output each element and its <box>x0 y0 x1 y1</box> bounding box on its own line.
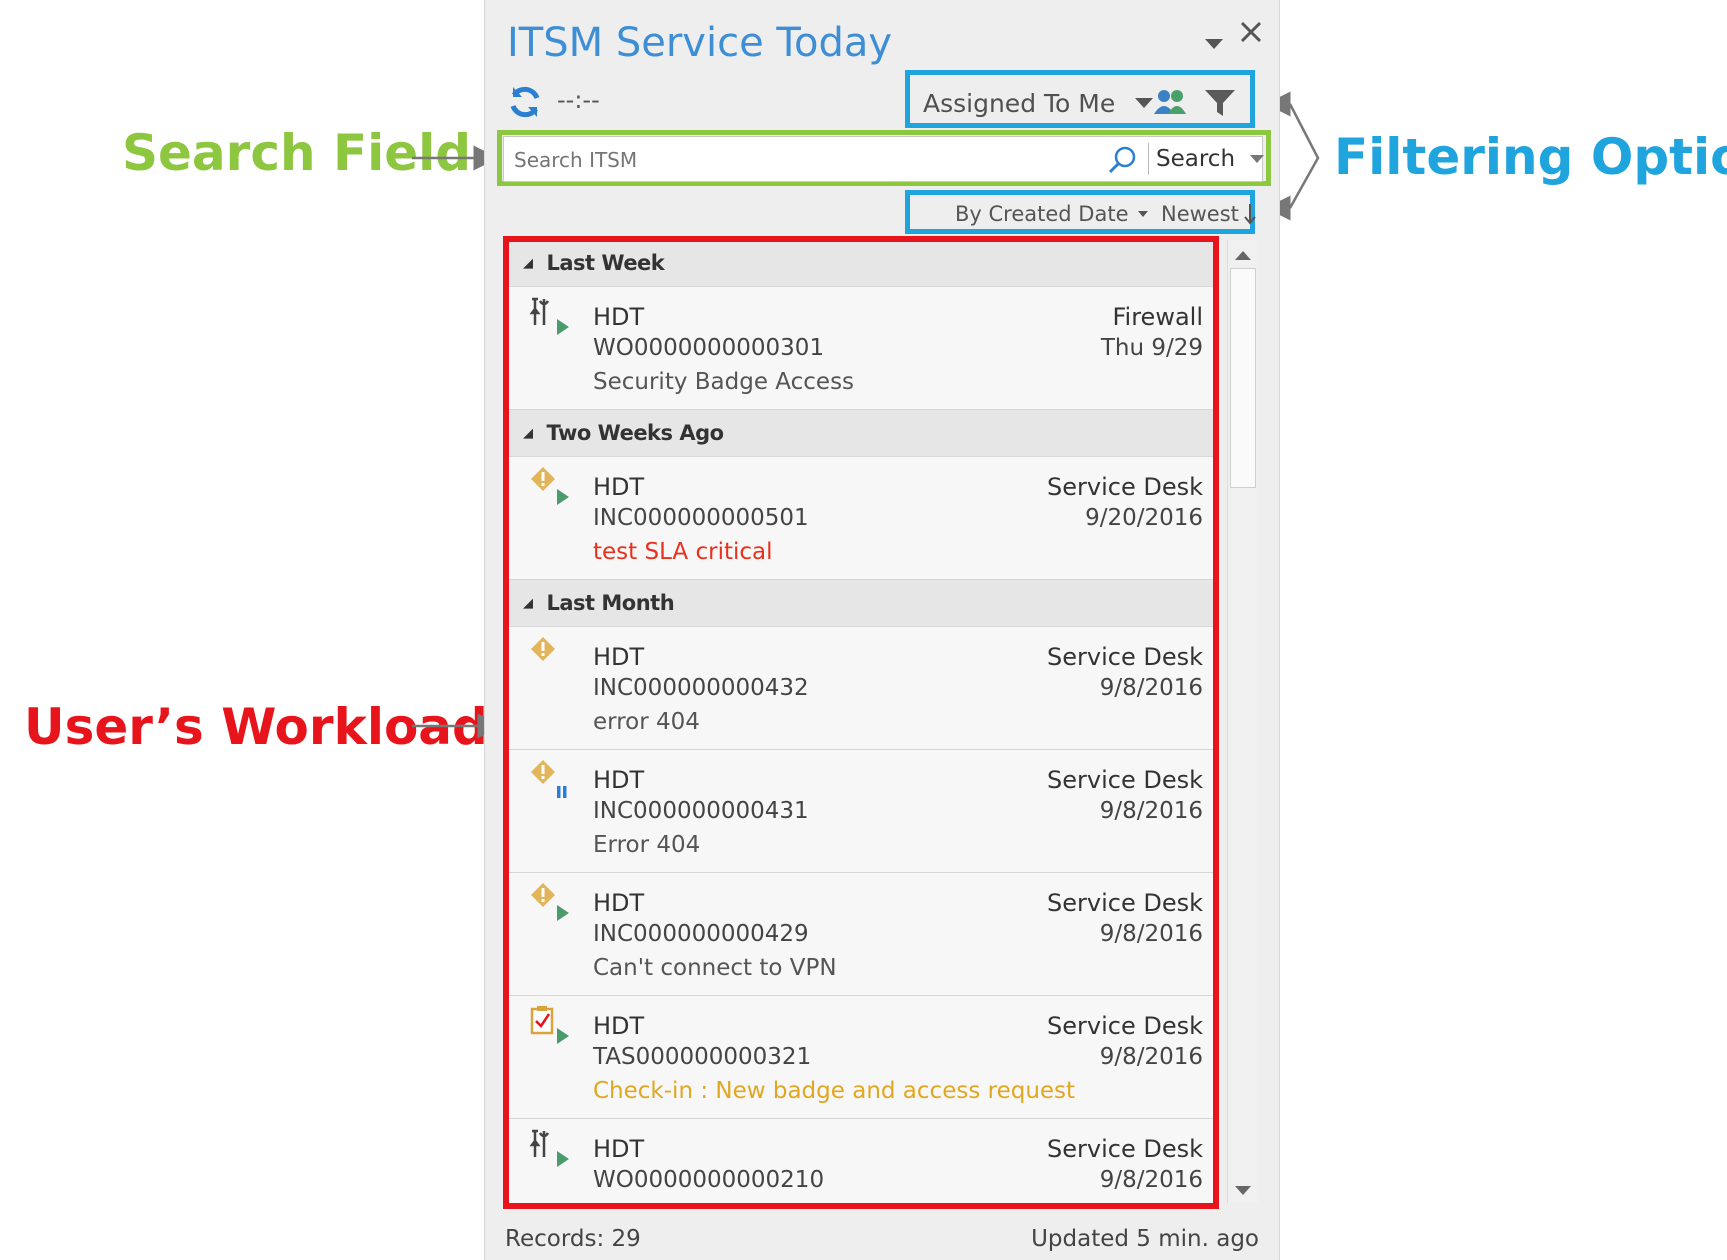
item-date: Thu 9/29 <box>1100 335 1203 361</box>
last-sync-time: --:-- <box>557 86 600 114</box>
list-item[interactable]: HDT WO0000000000210 Service Desk 9/8/2016 <box>509 1119 1213 1203</box>
item-company: HDT <box>593 473 645 501</box>
filtering-bracket <box>1288 103 1320 209</box>
item-summary: Security Badge Access <box>593 369 855 395</box>
item-date: 9/20/2016 <box>1085 505 1203 531</box>
item-support-group: Service Desk <box>1047 1135 1203 1163</box>
item-support-group: Service Desk <box>1047 889 1203 917</box>
item-summary: error 404 <box>593 709 700 735</box>
records-count: Records: 29 <box>505 1226 641 1252</box>
panel-title: ITSM Service Today <box>507 20 893 66</box>
item-support-group: Service Desk <box>1047 643 1203 671</box>
workload-list: ◢ Last Week HDT WO0000000000301 Security Bad… <box>509 240 1213 1203</box>
item-date: 9/8/2016 <box>1099 798 1203 824</box>
collapse-triangle-icon[interactable]: ◢ <box>523 256 533 271</box>
item-summary: test SLA critical <box>593 539 773 565</box>
assigned-filter-label: Assigned To Me <box>923 88 1116 118</box>
item-id: WO0000000000301 <box>593 335 825 361</box>
filter-funnel-icon[interactable] <box>1203 88 1237 122</box>
itsm-side-panel: ITSM Service Today --:-- Assigned To Me <box>484 0 1280 1260</box>
item-company: HDT <box>593 889 645 917</box>
assigned-filter-dropdown[interactable]: Assigned To Me <box>923 86 1155 120</box>
item-date: 9/8/2016 <box>1099 1044 1203 1070</box>
list-item[interactable]: HDT INC000000000501 test SLA critical Servi… <box>509 457 1213 580</box>
incident-icon <box>529 881 573 925</box>
panel-menu-dropdown[interactable] <box>1203 24 1225 59</box>
item-company: HDT <box>593 643 645 671</box>
list-item[interactable]: HDT INC000000000432 error 404 Service Desk 9… <box>509 627 1213 750</box>
group-label: Two Weeks Ago <box>546 421 725 445</box>
incident-icon <box>529 635 573 679</box>
item-company: HDT <box>593 1135 645 1163</box>
item-date: 9/8/2016 <box>1099 921 1203 947</box>
list-item[interactable]: HDT TAS000000000321 Check-in : New badge a… <box>509 996 1213 1119</box>
item-support-group: Service Desk <box>1047 766 1203 794</box>
item-date: 9/8/2016 <box>1099 675 1203 701</box>
item-company: HDT <box>593 1012 645 1040</box>
item-support-group: Service Desk <box>1047 473 1203 501</box>
work-order-icon <box>529 1127 573 1171</box>
item-id: INC000000000429 <box>593 921 809 947</box>
item-company: HDT <box>593 766 645 794</box>
collapse-triangle-icon[interactable]: ◢ <box>523 426 533 441</box>
item-id: TAS000000000321 <box>593 1044 812 1070</box>
group-label: Last Month <box>546 591 675 615</box>
search-scope-dropdown[interactable]: Search <box>1156 143 1265 175</box>
status-bar: Records: 29 Updated 5 min. ago <box>499 1216 1265 1260</box>
list-item[interactable]: HDT INC000000000429 Can't connect to VPN Se… <box>509 873 1213 996</box>
list-scrollbar[interactable] <box>1227 240 1258 1203</box>
search-icon[interactable] <box>1108 145 1138 179</box>
scroll-down-icon[interactable] <box>1234 1182 1252 1201</box>
sort-order-toggle[interactable]: Newest <box>1161 200 1257 228</box>
task-icon <box>529 1004 573 1048</box>
search-input[interactable] <box>512 145 1106 175</box>
sort-order-label: Newest <box>1161 202 1239 226</box>
updated-time: Updated 5 min. ago <box>1031 1226 1259 1252</box>
item-id: INC000000000432 <box>593 675 809 701</box>
group-label: Last Week <box>546 251 665 275</box>
list-item[interactable]: HDT WO0000000000301 Security Badge Access F… <box>509 287 1213 410</box>
refresh-icon[interactable] <box>507 84 545 122</box>
item-date: 9/8/2016 <box>1099 1167 1203 1193</box>
item-id: WO0000000000210 <box>593 1167 825 1193</box>
close-icon[interactable] <box>1237 18 1265 54</box>
group-header[interactable]: ◢ Last Week <box>509 240 1213 287</box>
arrow-down-icon <box>1244 204 1256 225</box>
chevron-down-icon <box>1137 211 1148 217</box>
chevron-down-icon <box>1250 155 1265 163</box>
search-box: Search <box>503 136 1265 182</box>
scroll-up-icon[interactable] <box>1234 246 1252 265</box>
work-order-icon <box>529 295 573 339</box>
item-company: HDT <box>593 303 645 331</box>
group-header[interactable]: ◢ Last Month <box>509 580 1213 627</box>
item-support-group: Firewall <box>1112 303 1203 331</box>
incident-icon <box>529 758 573 802</box>
item-summary: Check-in : New badge and access request <box>593 1078 1076 1104</box>
item-id: INC000000000431 <box>593 798 809 824</box>
scroll-thumb[interactable] <box>1230 268 1256 488</box>
search-button-label: Search <box>1156 146 1236 172</box>
group-header[interactable]: ◢ Two Weeks Ago <box>509 410 1213 457</box>
item-summary: Can't connect to VPN <box>593 955 837 981</box>
incident-icon <box>529 465 573 509</box>
item-support-group: Service Desk <box>1047 1012 1203 1040</box>
sort-by-label: By Created Date <box>955 202 1129 226</box>
people-icon[interactable] <box>1153 88 1187 122</box>
item-summary: Error 404 <box>593 832 701 858</box>
chevron-down-icon <box>1135 98 1154 108</box>
chevron-down-icon <box>1205 39 1223 49</box>
collapse-triangle-icon[interactable]: ◢ <box>523 596 533 611</box>
sort-by-dropdown[interactable]: By Created Date <box>955 200 1149 228</box>
item-id: INC000000000501 <box>593 505 809 531</box>
list-item[interactable]: HDT INC000000000431 Error 404 Service Desk 9… <box>509 750 1213 873</box>
